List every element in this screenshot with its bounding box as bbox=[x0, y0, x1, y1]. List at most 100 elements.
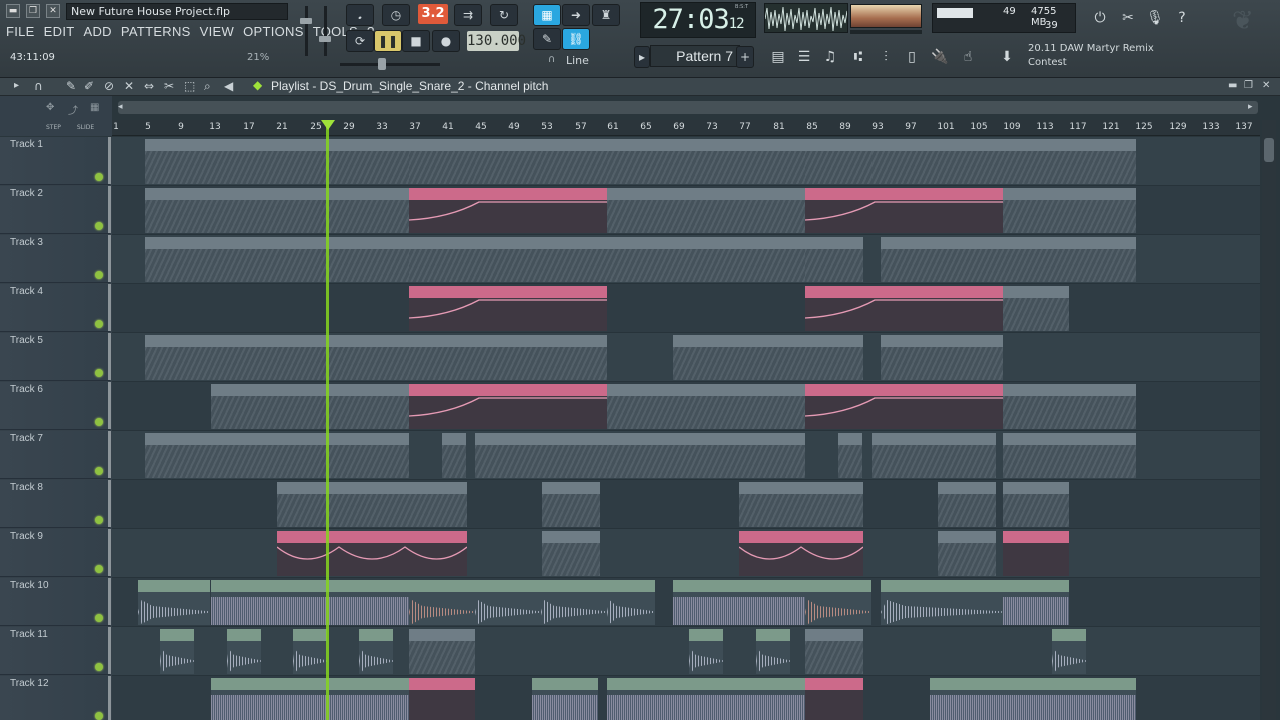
step-edit-icon[interactable]: ⇉ bbox=[454, 4, 482, 26]
pattern-clip[interactable] bbox=[145, 139, 409, 184]
pattern-clip[interactable] bbox=[805, 237, 863, 282]
audio-clip[interactable] bbox=[160, 629, 194, 674]
pattern-clip[interactable]: Pattern 7 bbox=[475, 139, 541, 184]
wait-input-icon[interactable]: ◷ bbox=[382, 4, 410, 26]
slide-label[interactable]: SLIDE bbox=[77, 124, 94, 131]
automation-clip[interactable]: Free Filter - main chord - Freq envelope bbox=[409, 286, 607, 331]
audio-clip[interactable] bbox=[475, 580, 541, 625]
playlist-minimize-icon[interactable]: ▬ bbox=[1228, 80, 1237, 91]
mixer-icon[interactable]: ⫶ bbox=[874, 45, 898, 69]
automation-clip[interactable]: Free Filter - piano - Freq envelope bbox=[409, 384, 607, 429]
link-icon[interactable]: ⛓ bbox=[562, 28, 590, 50]
menu-view[interactable]: VIEW bbox=[200, 24, 234, 39]
automation-clip[interactable]: Free Filter - main chord - Freq envelope bbox=[805, 286, 1003, 331]
pattern-clip[interactable] bbox=[1003, 286, 1069, 331]
track-header[interactable]: Track 3 bbox=[0, 235, 111, 283]
curve-icon[interactable]: ⤴ bbox=[68, 102, 78, 117]
menu-edit[interactable]: EDIT bbox=[44, 24, 75, 39]
loop-record-icon[interactable]: ↻ bbox=[490, 4, 518, 26]
audio-clip[interactable] bbox=[756, 629, 790, 674]
menu-add[interactable]: ADD bbox=[83, 24, 111, 39]
pattern-clip[interactable] bbox=[1003, 188, 1136, 233]
magnet-icon[interactable]: ∩ bbox=[548, 54, 555, 65]
pause-button[interactable]: ❚❚ bbox=[374, 30, 402, 52]
audio-clip[interactable] bbox=[359, 629, 393, 674]
audio-clip[interactable] bbox=[293, 629, 327, 674]
pattern-clip[interactable] bbox=[277, 482, 467, 527]
stop-button[interactable]: ■ bbox=[402, 30, 430, 52]
main-slider-knob[interactable] bbox=[378, 58, 386, 70]
automation-clip[interactable]: Free Filter - main lead - Freq envelope bbox=[805, 188, 1003, 233]
pattern-clip[interactable]: Pattern 7 bbox=[938, 139, 1004, 184]
playlist-close-icon[interactable]: ✕ bbox=[1262, 80, 1270, 91]
audio-clip[interactable] bbox=[211, 580, 409, 625]
track-mute-led[interactable] bbox=[95, 418, 103, 426]
plugin-picker-icon[interactable]: ▯ bbox=[900, 45, 924, 69]
track-lane[interactable] bbox=[112, 627, 1260, 676]
track-mute-led[interactable] bbox=[95, 516, 103, 524]
audio-clip[interactable] bbox=[689, 629, 723, 674]
pattern-clip[interactable] bbox=[475, 433, 607, 478]
pattern-clip[interactable] bbox=[607, 139, 805, 184]
slice-tool-icon[interactable]: ✂ bbox=[164, 79, 174, 93]
audio-clip[interactable]: VE..t 34 bbox=[607, 580, 655, 625]
playlist-view-icon[interactable]: ▦ bbox=[533, 4, 561, 26]
pattern-clip[interactable]: Pattern 7 bbox=[541, 139, 607, 184]
audio-clip[interactable] bbox=[532, 678, 598, 720]
pattern-clip[interactable] bbox=[409, 139, 475, 184]
playlist-grid[interactable]: Pattern 7 Pattern 7 Pattern 7 Pattern 7 … bbox=[112, 137, 1260, 720]
pattern-clip[interactable] bbox=[1003, 433, 1136, 478]
automation-clip[interactable]: DS_Dr...pe bbox=[805, 678, 863, 720]
pattern-song-toggle[interactable]: 3.2 bbox=[418, 4, 448, 24]
record-button[interactable]: ● bbox=[432, 30, 460, 52]
automation-clip[interactable]: Free Filter - piano - Freq envelope bbox=[805, 384, 1003, 429]
tempo-display[interactable]: 130.000 bbox=[467, 31, 526, 51]
pattern-clip[interactable] bbox=[881, 237, 1136, 282]
pattern-clip[interactable] bbox=[838, 433, 862, 478]
track-mute-led[interactable] bbox=[95, 320, 103, 328]
automation-clip[interactable] bbox=[1003, 531, 1069, 576]
delete-tool-icon[interactable]: ⊘ bbox=[104, 79, 114, 93]
add-pattern-icon[interactable]: + bbox=[736, 46, 754, 68]
metronome-icon[interactable]: 𝅘 bbox=[346, 4, 374, 26]
track-header[interactable]: Track 4 bbox=[0, 284, 111, 332]
pattern-prev-icon[interactable]: ▸ bbox=[634, 46, 650, 68]
pattern-clip[interactable] bbox=[145, 188, 409, 233]
track-mute-led[interactable] bbox=[95, 565, 103, 573]
pattern-clip[interactable] bbox=[805, 335, 863, 380]
zoom-tool-icon[interactable]: ⌕ bbox=[204, 79, 211, 94]
pattern-clip[interactable] bbox=[938, 482, 996, 527]
automation-clip[interactable]: DS_Dr...pe bbox=[409, 678, 475, 720]
audio-clip[interactable] bbox=[673, 580, 805, 625]
slip-tool-icon[interactable]: ⇔ bbox=[144, 79, 154, 93]
track-mute-led[interactable] bbox=[95, 614, 103, 622]
step-label[interactable]: STEP bbox=[46, 124, 61, 131]
arrangement-icon[interactable]: ◆ bbox=[253, 78, 262, 92]
horizontal-scrollbar[interactable] bbox=[118, 101, 1258, 114]
playhead-marker[interactable] bbox=[321, 120, 335, 130]
track-mute-led[interactable] bbox=[95, 369, 103, 377]
grid-icon[interactable]: ▦ bbox=[90, 102, 99, 113]
plug-icon[interactable]: 🔌 bbox=[928, 45, 952, 69]
automation-clip[interactable]: Free Filter - main lead - Freq envelope bbox=[409, 188, 607, 233]
scroll-right-icon[interactable]: ▸ bbox=[1248, 102, 1253, 112]
microphone-icon[interactable]: 🎙 bbox=[1143, 6, 1167, 30]
playback-tool-icon[interactable]: ◀ bbox=[224, 79, 233, 93]
scroll-thumb[interactable] bbox=[1264, 138, 1274, 162]
pattern-clip[interactable]: Pattern 3 bbox=[211, 335, 277, 380]
pattern-selector[interactable]: Pattern 7 bbox=[650, 45, 740, 67]
track-mute-led[interactable] bbox=[95, 173, 103, 181]
loop-icon[interactable]: ⟳ bbox=[346, 30, 374, 52]
audio-clip[interactable] bbox=[881, 580, 1003, 625]
playlist-icon[interactable]: ▤ bbox=[766, 45, 790, 69]
pattern-clip[interactable]: Pattern 14 bbox=[673, 335, 739, 380]
pattern-clip[interactable]: Pattern 3 bbox=[277, 335, 343, 380]
paint-tool-icon[interactable]: ✐ bbox=[84, 79, 94, 93]
pattern-clip[interactable] bbox=[1004, 139, 1136, 184]
track-header[interactable]: Track 7 bbox=[0, 431, 111, 479]
audio-clip[interactable] bbox=[227, 629, 261, 674]
tools-icon[interactable]: ✂ bbox=[1116, 6, 1140, 30]
playlist-maximize-icon[interactable]: ❐ bbox=[1244, 80, 1253, 91]
restore-icon[interactable]: ❐ bbox=[26, 4, 40, 18]
track-header[interactable]: Track 2 bbox=[0, 186, 111, 234]
